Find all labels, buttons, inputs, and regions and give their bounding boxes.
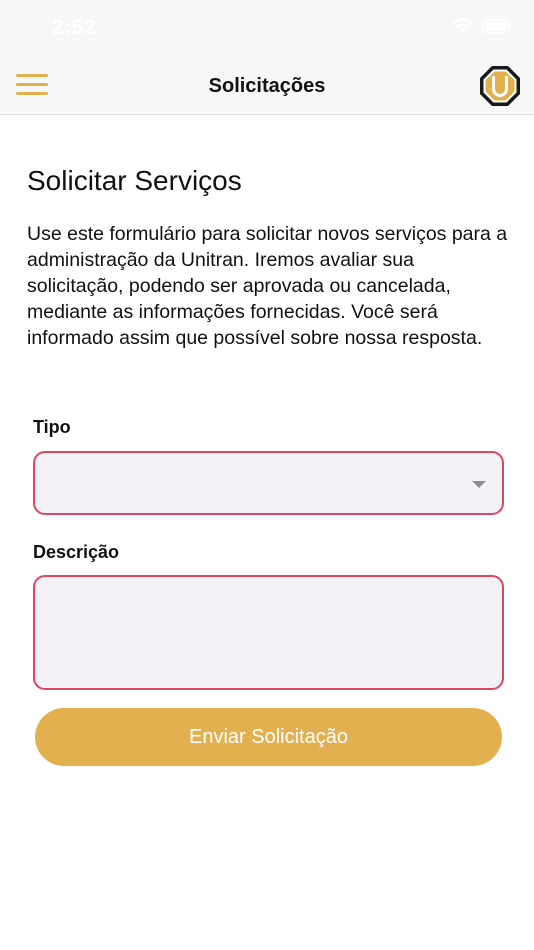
descricao-field-wrapper <box>33 575 504 690</box>
descricao-textarea[interactable] <box>35 577 502 688</box>
battery-icon <box>482 18 512 34</box>
intro-text: Use este formulário para solicitar novos… <box>27 223 508 349</box>
status-icons <box>452 18 512 34</box>
page-title: Solicitações <box>208 75 326 97</box>
submit-button[interactable]: Enviar Solicitação <box>35 708 502 766</box>
unitran-logo-icon[interactable] <box>478 64 522 108</box>
tipo-label: Tipo <box>33 417 71 437</box>
status-bar: 2:52 <box>0 0 534 58</box>
tipo-select[interactable] <box>33 451 504 515</box>
navigation-bar: Solicitações <box>0 58 534 115</box>
caret-down-icon <box>472 481 486 488</box>
wifi-icon <box>452 18 474 34</box>
descricao-label: Descrição <box>33 542 120 562</box>
form-title: Solicitar Serviços <box>27 165 242 196</box>
status-time: 2:52 <box>52 16 97 39</box>
